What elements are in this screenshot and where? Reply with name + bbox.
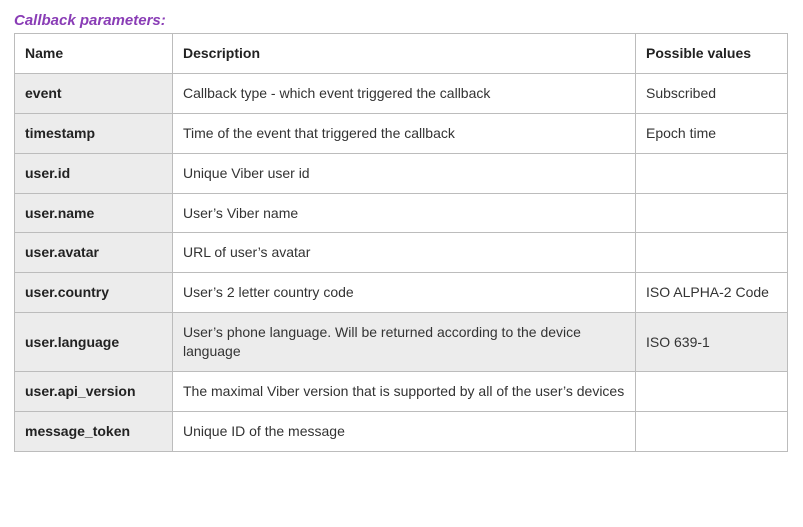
param-possible-values: Epoch time bbox=[636, 113, 788, 153]
table-row: message_tokenUnique ID of the message bbox=[15, 411, 788, 451]
param-description: Callback type - which event triggered th… bbox=[173, 73, 636, 113]
param-possible-values bbox=[636, 233, 788, 273]
table-header-row: Name Description Possible values bbox=[15, 34, 788, 74]
section-title: Callback parameters: bbox=[14, 12, 789, 29]
table-row: timestampTime of the event that triggere… bbox=[15, 113, 788, 153]
parameters-table: Name Description Possible values eventCa… bbox=[14, 33, 788, 452]
param-description: User’s Viber name bbox=[173, 193, 636, 233]
param-description: URL of user’s avatar bbox=[173, 233, 636, 273]
param-description: Unique Viber user id bbox=[173, 153, 636, 193]
table-row: user.countryUser’s 2 letter country code… bbox=[15, 273, 788, 313]
param-possible-values bbox=[636, 372, 788, 412]
col-header-name: Name bbox=[15, 34, 173, 74]
table-row: eventCallback type - which event trigger… bbox=[15, 73, 788, 113]
param-name: event bbox=[15, 73, 173, 113]
param-possible-values bbox=[636, 193, 788, 233]
param-possible-values bbox=[636, 411, 788, 451]
param-description: User’s 2 letter country code bbox=[173, 273, 636, 313]
param-name: user.id bbox=[15, 153, 173, 193]
col-header-possible: Possible values bbox=[636, 34, 788, 74]
param-name: user.country bbox=[15, 273, 173, 313]
param-name: message_token bbox=[15, 411, 173, 451]
table-row: user.avatarURL of user’s avatar bbox=[15, 233, 788, 273]
param-possible-values: ISO 639-1 bbox=[636, 313, 788, 372]
param-description: The maximal Viber version that is suppor… bbox=[173, 372, 636, 412]
table-row: user.nameUser’s Viber name bbox=[15, 193, 788, 233]
param-description: Time of the event that triggered the cal… bbox=[173, 113, 636, 153]
param-name: user.avatar bbox=[15, 233, 173, 273]
col-header-description: Description bbox=[173, 34, 636, 74]
param-possible-values: Subscribed bbox=[636, 73, 788, 113]
param-description: Unique ID of the message bbox=[173, 411, 636, 451]
param-name: user.api_version bbox=[15, 372, 173, 412]
param-name: timestamp bbox=[15, 113, 173, 153]
param-possible-values: ISO ALPHA-2 Code bbox=[636, 273, 788, 313]
param-description: User’s phone language. Will be returned … bbox=[173, 313, 636, 372]
table-row: user.languageUser’s phone language. Will… bbox=[15, 313, 788, 372]
param-name: user.name bbox=[15, 193, 173, 233]
param-name: user.language bbox=[15, 313, 173, 372]
param-possible-values bbox=[636, 153, 788, 193]
table-row: user.api_versionThe maximal Viber versio… bbox=[15, 372, 788, 412]
table-row: user.idUnique Viber user id bbox=[15, 153, 788, 193]
